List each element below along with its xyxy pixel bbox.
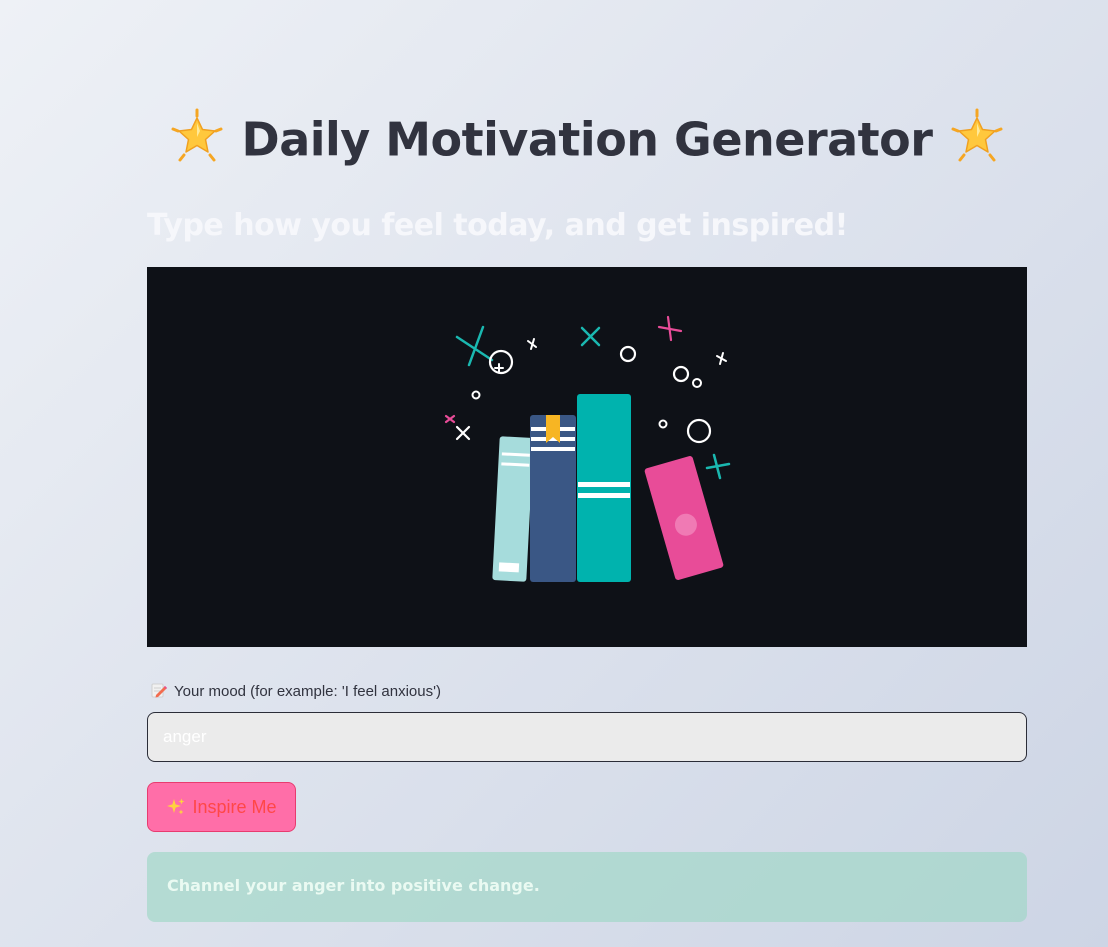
inspire-me-button[interactable]: Inspire Me [147, 782, 296, 832]
page-title: Daily Motivation Generator [147, 100, 1027, 176]
motivation-result-box: Channel your anger into positive change. [147, 852, 1027, 922]
hero-image [147, 267, 1027, 647]
pencil-icon [150, 681, 168, 699]
page-subtitle: Type how you feel today, and get inspire… [147, 208, 848, 243]
glowing-star-icon [948, 107, 1006, 165]
sparkles-icon [166, 797, 186, 817]
motivation-message: Channel your anger into positive change. [167, 876, 540, 895]
inspire-me-button-label: Inspire Me [192, 796, 277, 817]
glowing-star-icon [168, 107, 226, 165]
page-title-text: Daily Motivation Generator [241, 112, 933, 167]
mood-input-label-text: Your mood (for example: 'I feel anxious'… [174, 683, 441, 700]
books-icon [444, 315, 731, 582]
mood-input-label: Your mood (for example: 'I feel anxious'… [150, 681, 441, 703]
mood-input[interactable] [147, 712, 1027, 762]
